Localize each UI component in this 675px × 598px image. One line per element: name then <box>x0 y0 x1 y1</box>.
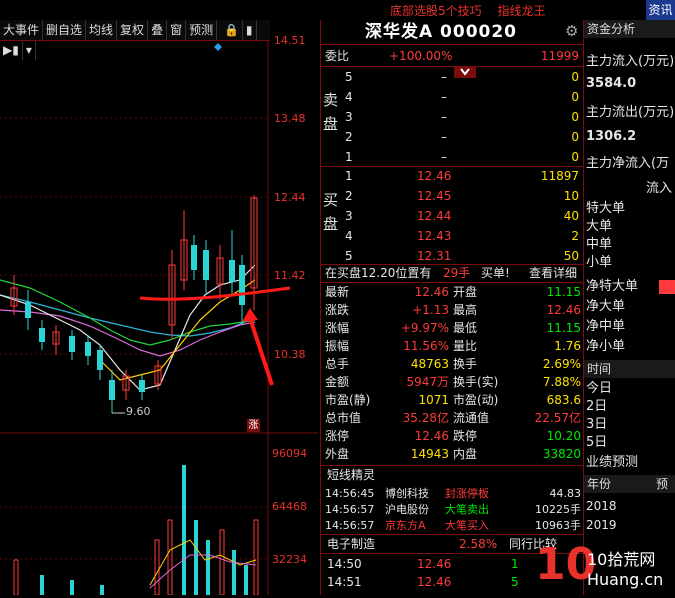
kline-svg <box>0 40 318 596</box>
stat-row: 外盘 14943 内盘 33820 <box>325 447 581 461</box>
stat-row: 总手 48763 换手 2.69% <box>325 357 581 371</box>
fund-item-4: 小单 <box>586 255 613 270</box>
main-inflow-value: 3584.0 <box>586 76 637 91</box>
day-4: 5日 <box>586 435 608 450</box>
stat-row: 振幅 11.56% 量比 1.76 <box>325 339 581 353</box>
fund-item-3: 中单 <box>586 237 613 252</box>
toolbar-forecast[interactable]: 预测 <box>186 20 218 40</box>
buy-level-2[interactable]: 2 12.45 10 <box>321 187 583 205</box>
sell-level-3[interactable]: 3–0 <box>321 108 583 126</box>
short-term-header: 短线精灵 <box>321 466 583 484</box>
buy-level-4[interactable]: 4 12.43 2 <box>321 227 583 245</box>
buy-level-5[interactable]: 5 12.31 50 <box>321 247 583 265</box>
volume-tick-2: 64468 <box>272 500 307 513</box>
net-item-2: 净大单 <box>586 299 626 314</box>
quote-panel: 深华发A 000020 ⚙ 委比 +100.00% 11999 卖盘 5–0 4–… <box>320 20 583 595</box>
stat-row: 总市值 35.28亿 流通值 22.57亿 <box>325 411 581 425</box>
sell-level-2[interactable]: 2–0 <box>321 128 583 146</box>
price-tick-4: 11.42 <box>274 269 306 282</box>
watermark-logo: 10 10拾荒网 Huang.cn <box>535 539 664 590</box>
year-2: 2019 <box>586 518 617 532</box>
net-item-4: 净小单 <box>586 339 626 354</box>
buy-level-1[interactable]: 1 12.46 11897 <box>321 167 583 185</box>
toolbar-remove-watchlist[interactable]: 删自选 <box>43 20 87 40</box>
main-inflow-label: 主力流入(万元) <box>586 54 675 69</box>
sell-level-1[interactable]: 1–0 <box>321 148 583 166</box>
weibi-pct: +100.00% <box>389 49 453 63</box>
volume-tick-1: 96094 <box>272 447 307 460</box>
price-tick-1: 14.51 <box>274 34 306 47</box>
toolbar-ma[interactable]: 均线 <box>86 20 118 40</box>
buy-level-3[interactable]: 3 12.44 40 <box>321 207 583 225</box>
toolbar-overlay[interactable]: 叠 <box>148 20 168 40</box>
low-price-label: 9.60 <box>126 405 151 418</box>
short-term-item[interactable]: 14:56:57 京东方A 大笔买入 10963手 <box>321 517 583 535</box>
limit-up-badge: 涨 <box>247 419 260 432</box>
day-3: 3日 <box>586 417 608 432</box>
price-tick-3: 12.44 <box>274 191 306 204</box>
stat-row: 涨跌 +1.13 最高 12.46 <box>325 303 581 317</box>
time-header: 时间 <box>584 360 675 378</box>
stat-row: 涨幅 +9.97% 最低 11.15 <box>325 321 581 335</box>
net-bar <box>659 280 675 294</box>
volume-tick-3: 32234 <box>272 553 307 566</box>
main-outflow-label: 主力流出(万元) <box>586 105 675 120</box>
news-button[interactable]: 资讯 <box>646 0 675 20</box>
toolbar-window[interactable]: 窗 <box>167 20 187 40</box>
pin-icon[interactable]: ▮ <box>243 20 257 40</box>
weibi-row: 委比 +100.00% 11999 <box>321 47 583 65</box>
top-link-1[interactable]: 底部选股5个技巧 <box>390 4 482 18</box>
top-links: 底部选股5个技巧 指线龙王 <box>390 2 557 19</box>
forecast-title: 业绩预测 <box>586 455 639 470</box>
kline-chart[interactable]: 14.51 13.48 12.44 11.42 10.38 9.60 涨 960… <box>0 34 318 596</box>
day-1: 今日 <box>586 381 613 396</box>
day-2: 2日 <box>586 399 608 414</box>
net-item-3: 净中单 <box>586 319 626 334</box>
sell-level-4[interactable]: 4–0 <box>321 88 583 106</box>
view-detail-link[interactable]: 查看详细 <box>529 264 577 282</box>
fund-item-2: 大单 <box>586 219 613 234</box>
weibi-value: 11999 <box>540 49 579 63</box>
net-item-1: 净特大单 <box>586 279 639 294</box>
fund-item-1: 特大单 <box>586 201 626 216</box>
price-tick-5: 10.38 <box>274 348 306 361</box>
year-header: 年份预 <box>584 475 675 493</box>
main-net-label: 主力净流入(万 <box>586 156 670 171</box>
weibi-label: 委比 <box>325 49 350 63</box>
lock-icon[interactable]: 🔒 <box>221 20 243 40</box>
price-tick-2: 13.48 <box>274 112 306 125</box>
gear-icon[interactable]: ⚙ <box>565 22 578 40</box>
stat-row: 市盈(静) 1071 市盈(动) 683.6 <box>325 393 581 407</box>
order-notice: 在买盘12.20位置有 29手 买单! 查看详细 <box>325 264 578 282</box>
top-link-2[interactable]: 指线龙王 <box>497 4 545 18</box>
stat-row: 金额 5947万 换手(实) 7.88% <box>325 375 581 389</box>
toolbar-events[interactable]: 大事件 <box>0 20 44 40</box>
stat-row: 最新 12.46 开盘 11.15 <box>325 285 581 299</box>
top-bar <box>0 0 675 20</box>
stat-row: 涨停 12.46 跌停 10.20 <box>325 429 581 443</box>
sell-level-5[interactable]: 5–0 <box>321 68 583 86</box>
toolbar-restore-rights[interactable]: 复权 <box>117 20 149 40</box>
main-outflow-value: 1306.2 <box>586 129 637 144</box>
chart-toolbar: 大事件 删自选 均线 复权叠窗预测 🔒 ▮▶▮ ▾ <box>0 20 270 60</box>
forecast-tab[interactable]: 预 <box>656 475 668 493</box>
year-1: 2018 <box>586 499 617 513</box>
fund-title: 资金分析 <box>584 20 675 38</box>
short-term-title: 短线精灵 <box>327 468 376 482</box>
stock-title: 深华发A 000020 <box>364 22 518 42</box>
fund-analysis-panel: 资金分析 主力流入(万元) 3584.0 主力流出(万元) 1306.2 主力净… <box>583 20 675 595</box>
inflow-col: 流入 <box>646 181 673 196</box>
